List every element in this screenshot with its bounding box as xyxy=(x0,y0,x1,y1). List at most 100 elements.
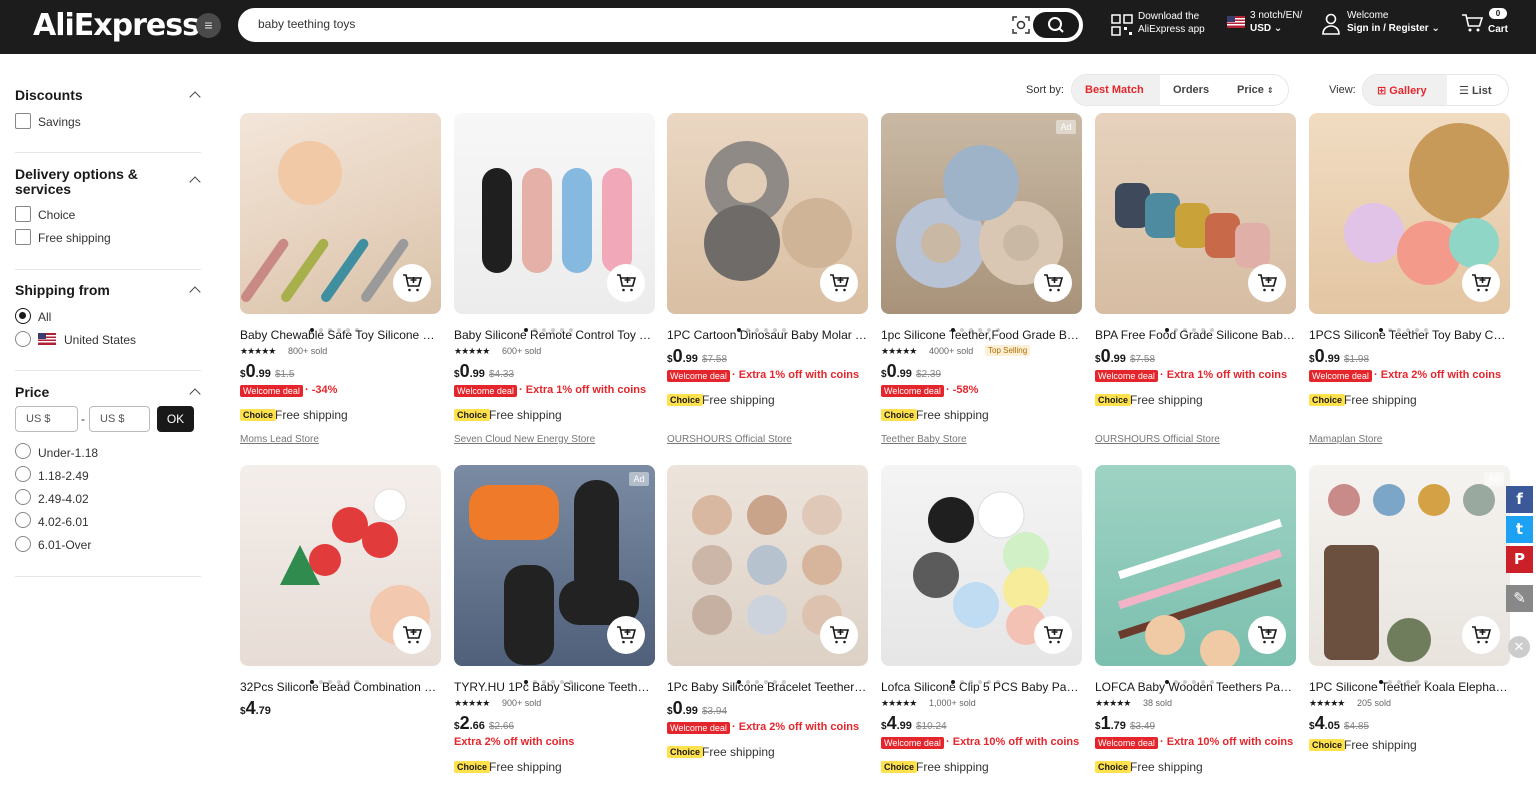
edit-icon[interactable]: ✎ xyxy=(1506,585,1533,612)
product-card[interactable]: 32Pcs Silicone Bead Combination Set $4.79 xyxy=(240,465,441,795)
price-range-radio[interactable] xyxy=(15,536,31,552)
facebook-share-icon[interactable]: f xyxy=(1506,486,1533,513)
product-title[interactable]: 32Pcs Silicone Bead Combination Set xyxy=(240,680,441,694)
add-to-cart-button[interactable] xyxy=(1462,616,1500,654)
ship-from-all-radio[interactable] xyxy=(15,308,31,324)
user-icon[interactable] xyxy=(1322,13,1340,35)
product-image[interactable] xyxy=(240,465,441,666)
account-menu[interactable]: Welcome Sign in / Register ⌄ xyxy=(1347,9,1440,35)
list-view-button[interactable]: ☰ List xyxy=(1459,84,1492,97)
image-search-icon[interactable] xyxy=(1012,16,1030,34)
price-range-radio[interactable] xyxy=(15,466,31,482)
product-title[interactable]: 1pc Silicone Teether,Food Grade Baby Tee… xyxy=(881,328,1082,342)
add-to-cart-button[interactable] xyxy=(607,264,645,302)
pinterest-share-icon[interactable]: P xyxy=(1506,546,1533,573)
qr-code-icon[interactable] xyxy=(1111,14,1133,36)
product-card[interactable]: Ad 1PC Silicone Teether Koala Elephant To… xyxy=(1309,465,1510,795)
add-to-cart-icon xyxy=(1472,274,1492,292)
store-link[interactable]: Moms Lead Store xyxy=(240,434,319,445)
search-input[interactable] xyxy=(258,17,958,31)
savings-checkbox[interactable] xyxy=(15,113,31,129)
store-link[interactable]: Teether Baby Store xyxy=(881,434,967,445)
product-title[interactable]: LOFCA Baby Wooden Teethers Pacifier Chai… xyxy=(1095,680,1296,694)
product-title[interactable]: 1PC Silicone Teether Koala Elephant Toy xyxy=(1309,680,1510,694)
add-to-cart-button[interactable] xyxy=(820,264,858,302)
sort-options: Best Match Orders Price ⇕ xyxy=(1071,74,1289,106)
product-card[interactable]: Baby Chewable Safe Toy Silicone Molar St… xyxy=(240,113,441,445)
add-to-cart-button[interactable] xyxy=(393,616,431,654)
aliexpress-logo[interactable]: AliExpress xyxy=(33,8,200,43)
product-card[interactable]: BPA Free Food Grade Silicone Baby Teethe… xyxy=(1095,113,1296,445)
add-to-cart-button[interactable] xyxy=(1248,264,1286,302)
product-title[interactable]: 1Pc Baby Silicone Bracelet Teether Rings xyxy=(667,680,868,694)
product-image[interactable] xyxy=(240,113,441,314)
sort-orders[interactable]: Orders xyxy=(1173,84,1209,96)
menu-icon[interactable]: ≡ xyxy=(196,13,221,38)
product-card[interactable]: LOFCA Baby Wooden Teethers Pacifier Chai… xyxy=(1095,465,1296,795)
store-link[interactable]: Mamaplan Store xyxy=(1309,434,1382,445)
price-min-input[interactable]: US $ xyxy=(15,406,78,432)
search-button[interactable] xyxy=(1033,12,1079,38)
product-image[interactable] xyxy=(667,113,868,314)
sign-in-register-link[interactable]: Sign in / Register ⌄ xyxy=(1347,22,1440,35)
cart-icon[interactable] xyxy=(1461,13,1483,33)
store-link[interactable]: Seven Cloud New Energy Store xyxy=(454,434,595,445)
gallery-view-button[interactable]: ⊞ Gallery xyxy=(1377,84,1427,97)
add-to-cart-button[interactable] xyxy=(607,616,645,654)
original-price: $3.94 xyxy=(702,706,728,717)
product-image[interactable] xyxy=(667,465,868,666)
product-card[interactable]: Ad TYRY.HU 1Pc Baby Silicone Teether Remo… xyxy=(454,465,655,795)
free-shipping-checkbox[interactable] xyxy=(15,229,31,245)
product-image[interactable] xyxy=(881,465,1082,666)
choice-badge: Choice xyxy=(1309,739,1346,751)
sort-price[interactable]: Price ⇕ xyxy=(1237,84,1274,96)
product-card[interactable]: Lofca Silicone Clip 5 PCS Baby Pacifier … xyxy=(881,465,1082,795)
product-title[interactable]: Lofca Silicone Clip 5 PCS Baby Pacifier … xyxy=(881,680,1082,694)
product-card[interactable]: Ad 1pc Silicone Teether,Food Grade Baby T… xyxy=(881,113,1082,445)
product-title[interactable]: TYRY.HU 1Pc Baby Silicone Teether Remote xyxy=(454,680,655,694)
store-link[interactable]: OURSHOURS Official Store xyxy=(667,434,792,445)
product-title[interactable]: BPA Free Food Grade Silicone Baby Teethe… xyxy=(1095,328,1296,342)
price-ok-button[interactable]: OK xyxy=(157,406,194,432)
product-image[interactable] xyxy=(1095,465,1296,666)
product-card[interactable]: 1PC Cartoon Dinosaur Baby Molar Teether $… xyxy=(667,113,868,445)
chevron-up-icon[interactable] xyxy=(189,176,201,188)
store-link[interactable]: OURSHOURS Official Store xyxy=(1095,434,1220,445)
product-image[interactable] xyxy=(1095,113,1296,314)
add-to-cart-button[interactable] xyxy=(1248,616,1286,654)
app-download-link[interactable]: Download the AliExpress app xyxy=(1138,10,1205,36)
product-image[interactable] xyxy=(1309,113,1510,314)
price-range-radio[interactable] xyxy=(15,512,31,528)
product-card[interactable]: Baby Silicone Remote Control Toy Teether… xyxy=(454,113,655,445)
choice-checkbox[interactable] xyxy=(15,206,31,222)
sort-best-match[interactable]: Best Match xyxy=(1085,84,1144,96)
add-to-cart-button[interactable] xyxy=(1462,264,1500,302)
product-image[interactable]: Ad xyxy=(454,465,655,666)
product-title[interactable]: 1PCS Silicone Teether Toy Baby Cartoon xyxy=(1309,328,1510,342)
product-title[interactable]: Baby Chewable Safe Toy Silicone Molar St… xyxy=(240,328,441,342)
ship-from-us-radio[interactable] xyxy=(15,331,31,347)
original-price: $7.58 xyxy=(702,354,728,365)
language-currency-selector[interactable]: 3 notch/EN/ USD ⌄ xyxy=(1250,9,1302,35)
price-range-radio[interactable] xyxy=(15,489,31,505)
close-share-icon[interactable]: ✕ xyxy=(1508,636,1530,658)
add-to-cart-button[interactable] xyxy=(1034,264,1072,302)
twitter-share-icon[interactable]: t xyxy=(1506,516,1533,543)
cart-label[interactable]: Cart xyxy=(1488,23,1508,36)
product-image[interactable]: Ad xyxy=(1309,465,1510,666)
product-title[interactable]: Baby Silicone Remote Control Toy Teether xyxy=(454,328,655,342)
promo-text: · -34% xyxy=(305,384,338,396)
add-to-cart-button[interactable] xyxy=(393,264,431,302)
price-range-radio[interactable] xyxy=(15,443,31,459)
product-title[interactable]: 1PC Cartoon Dinosaur Baby Molar Teether xyxy=(667,328,868,342)
chevron-up-icon[interactable] xyxy=(189,91,201,103)
add-to-cart-button[interactable] xyxy=(820,616,858,654)
product-image[interactable]: Ad xyxy=(881,113,1082,314)
price-max-input[interactable]: US $ xyxy=(89,406,150,432)
chevron-up-icon[interactable] xyxy=(189,286,201,298)
add-to-cart-button[interactable] xyxy=(1034,616,1072,654)
chevron-up-icon[interactable] xyxy=(189,388,201,400)
product-image[interactable] xyxy=(454,113,655,314)
product-card[interactable]: 1Pc Baby Silicone Bracelet Teether Rings… xyxy=(667,465,868,795)
product-card[interactable]: 1PCS Silicone Teether Toy Baby Cartoon $0… xyxy=(1309,113,1510,445)
